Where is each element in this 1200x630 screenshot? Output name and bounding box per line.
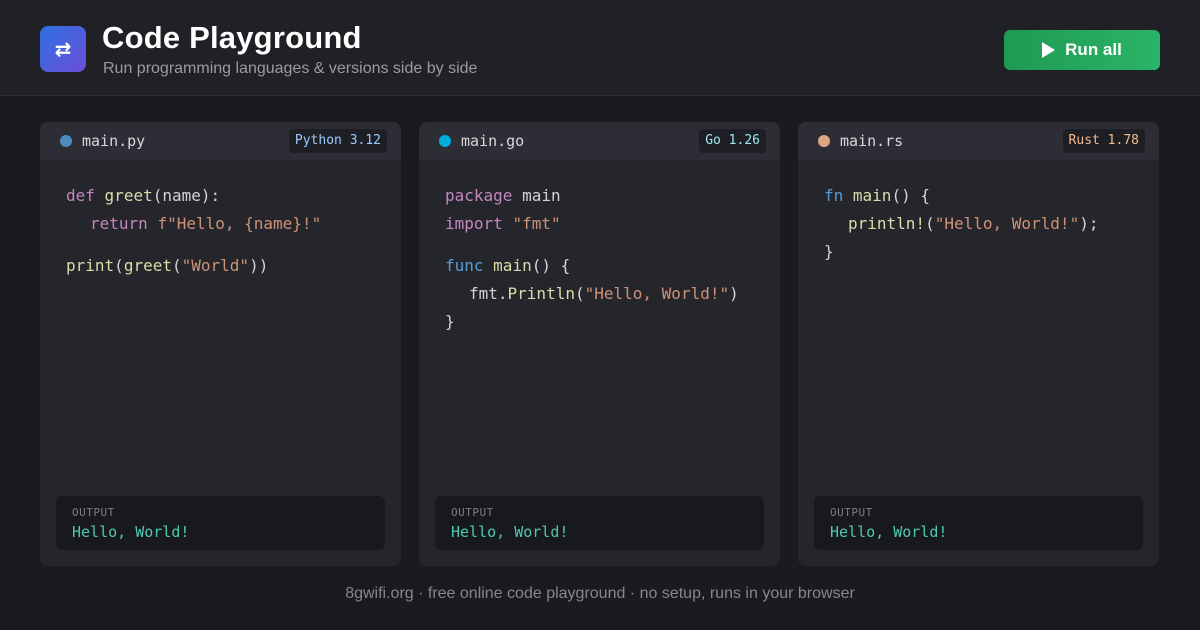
code-token: "fmt" xyxy=(512,214,561,233)
run-all-button[interactable]: Run all xyxy=(1004,30,1160,70)
code-line: import "fmt" xyxy=(445,210,754,238)
code-token: )) xyxy=(249,256,269,275)
version-badge[interactable]: Rust 1.78 xyxy=(1062,129,1145,153)
output-text: Hello, World! xyxy=(72,523,190,541)
swap-arrows-icon: ⇄ xyxy=(40,26,86,72)
code-token: main xyxy=(512,186,561,205)
filename: main.py xyxy=(82,132,146,150)
code-token: greet xyxy=(123,256,172,275)
page-title: Code Playground xyxy=(102,20,362,55)
filename: main.rs xyxy=(840,132,904,150)
code-token: ) xyxy=(729,284,739,303)
code-token: Println xyxy=(507,284,575,303)
editor-tab-bar: main.py Python 3.12 xyxy=(40,122,401,160)
code-line: fmt.Println("Hello, World!") xyxy=(445,280,754,308)
code-token: import xyxy=(445,214,503,233)
code-token: "World" xyxy=(181,256,250,275)
code-token: () { xyxy=(891,186,930,205)
code-token: "Hello, World!" xyxy=(934,214,1080,233)
code-line: package main xyxy=(445,182,754,210)
play-icon xyxy=(1042,42,1056,58)
rust-dot-icon xyxy=(818,135,830,147)
output-label: OUTPUT xyxy=(72,506,115,519)
footer-text: 8gwifi.org · free online code playground… xyxy=(345,585,855,602)
code-token: ); xyxy=(1079,214,1099,233)
output-text: Hello, World! xyxy=(451,523,569,541)
code-token: ( xyxy=(114,256,124,275)
code-token: package xyxy=(445,186,513,205)
output-label: OUTPUT xyxy=(830,506,873,519)
code-editor[interactable]: package main import "fmt" func main() { … xyxy=(419,160,780,336)
code-line: } xyxy=(824,238,1133,266)
editor-tab-bar: main.go Go 1.26 xyxy=(419,122,780,160)
page-subtitle: Run programming languages & versions sid… xyxy=(103,60,478,77)
python-dot-icon xyxy=(60,135,72,147)
code-token: println! xyxy=(848,214,926,233)
code-token: (name): xyxy=(152,186,221,205)
editor-tab-bar: main.rs Rust 1.78 xyxy=(798,122,1159,160)
code-token: () { xyxy=(531,256,571,275)
code-token: "Hello, World!" xyxy=(584,284,730,303)
code-token: func xyxy=(445,256,484,275)
code-line: func main() { xyxy=(445,252,754,280)
code-editor[interactable]: fn main() { println!("Hello, World!"); } xyxy=(798,160,1159,266)
code-line: print(greet("World")) xyxy=(66,252,375,280)
run-all-label: Run all xyxy=(1065,40,1122,59)
output-panel: OUTPUT Hello, World! xyxy=(56,496,385,550)
version-badge[interactable]: Go 1.26 xyxy=(699,129,766,153)
code-token: main xyxy=(852,186,892,205)
code-line: def greet(name): xyxy=(66,182,375,210)
code-editor[interactable]: def greet(name): return f"Hello, {name}!… xyxy=(40,160,401,280)
output-text: Hello, World! xyxy=(830,523,948,541)
code-token: ( xyxy=(925,214,935,233)
code-token: greet xyxy=(104,186,153,205)
editor-card-go[interactable]: main.go Go 1.26 package main import "fmt… xyxy=(419,122,780,566)
app-header: ⇄ Code Playground Run programming langua… xyxy=(0,0,1200,96)
version-badge[interactable]: Python 3.12 xyxy=(288,129,387,153)
output-panel: OUTPUT Hello, World! xyxy=(435,496,764,550)
code-line: return f"Hello, {name}!" xyxy=(66,210,375,238)
code-token: def xyxy=(66,186,95,205)
editor-card-rust[interactable]: main.rs Rust 1.78 fn main() { println!("… xyxy=(798,122,1159,566)
code-token: } xyxy=(824,242,834,261)
go-dot-icon xyxy=(439,135,451,147)
code-token: f"Hello, {name}!" xyxy=(157,214,322,233)
code-token: ( xyxy=(574,284,585,303)
filename: main.go xyxy=(461,132,525,150)
code-line: println!("Hello, World!"); xyxy=(824,210,1133,238)
output-label: OUTPUT xyxy=(451,506,494,519)
code-line: } xyxy=(445,308,754,336)
code-token: print xyxy=(66,256,115,275)
editor-card-python[interactable]: main.py Python 3.12 def greet(name): ret… xyxy=(40,122,401,566)
code-token: fmt. xyxy=(469,284,508,303)
code-token: ( xyxy=(171,256,182,275)
code-line: fn main() { xyxy=(824,182,1133,210)
code-token: main xyxy=(493,256,532,275)
code-token: } xyxy=(445,312,455,331)
code-token: fn xyxy=(824,186,844,205)
output-panel: OUTPUT Hello, World! xyxy=(814,496,1143,550)
code-token: return xyxy=(90,214,148,233)
